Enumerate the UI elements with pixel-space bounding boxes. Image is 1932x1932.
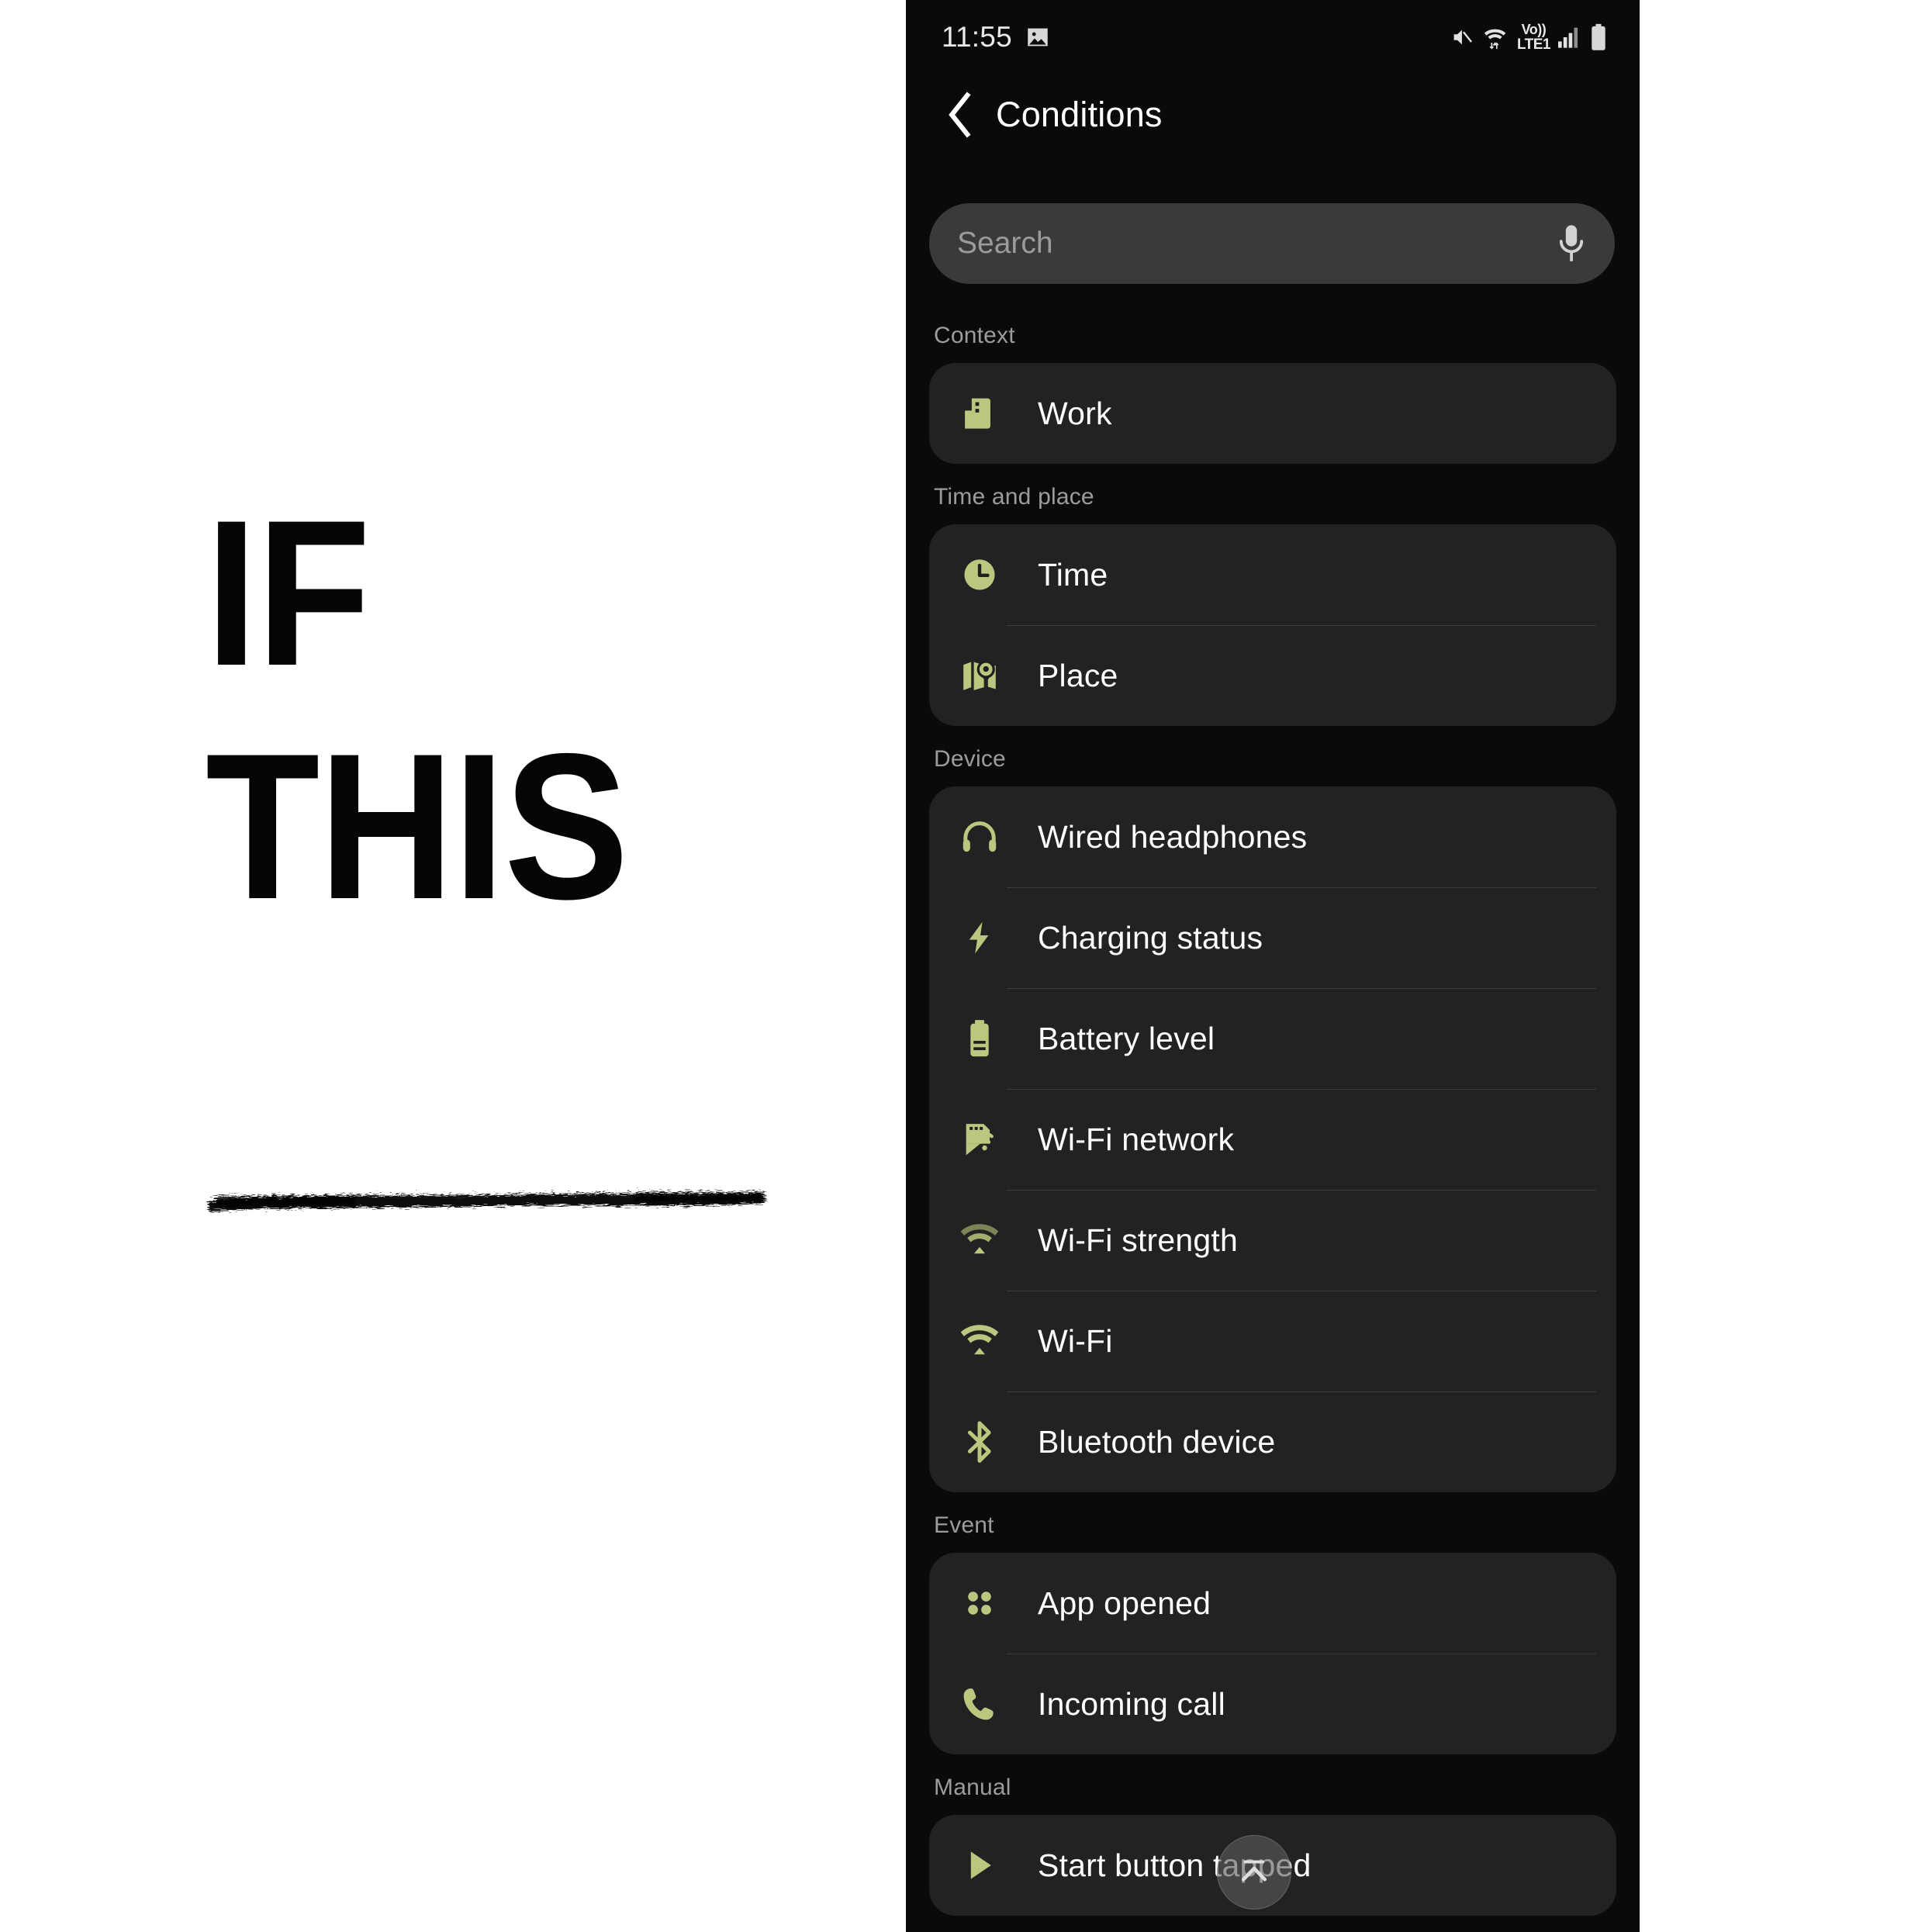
list-item-label: Wired headphones: [1038, 818, 1308, 855]
phone-screen: 11:55 Vo)) LTE1 Conditions Search Contex…: [906, 0, 1640, 1932]
wifi-data-icon: [1484, 29, 1506, 50]
status-bar-left: 11:55: [942, 21, 1051, 54]
image-icon: [1028, 28, 1048, 47]
list-item-wifi[interactable]: Wi-Fi: [929, 1291, 1616, 1391]
list-item-label: Work: [1038, 395, 1112, 431]
section-card-event: App opened Incoming call: [929, 1553, 1616, 1754]
back-button[interactable]: [934, 90, 983, 140]
play-triangle-icon: [956, 1841, 1004, 1889]
list-item-charging-status[interactable]: Charging status: [929, 887, 1616, 988]
wifi-signal-icon: [956, 1216, 1004, 1264]
if-this-wordmark: IF THIS: [206, 476, 795, 943]
building-icon: [956, 389, 1004, 437]
section-card-context: Work: [929, 363, 1616, 464]
volte-icon: Vo)) LTE1: [1516, 22, 1551, 53]
list-item-bluetooth-device[interactable]: Bluetooth device: [929, 1391, 1616, 1492]
list-item-label: Wi-Fi strength: [1038, 1222, 1238, 1258]
list-item-wifi-network[interactable]: Wi-Fi network: [929, 1089, 1616, 1190]
router-wifi-icon: [956, 1115, 1004, 1163]
list-item-label: Wi-Fi: [1038, 1322, 1113, 1359]
status-bar-clock: 11:55: [942, 21, 1012, 53]
list-item-label: App opened: [1038, 1585, 1211, 1621]
battery-icon: [956, 1014, 1004, 1063]
brush-underline-icon: [208, 1192, 765, 1211]
list-item-work[interactable]: Work: [929, 363, 1616, 464]
scroll-to-top-button[interactable]: [1217, 1835, 1291, 1910]
status-bar: 11:55 Vo)) LTE1: [906, 0, 1640, 74]
wordmark-line-this: THIS: [206, 710, 629, 943]
list-item-incoming-call[interactable]: Incoming call: [929, 1654, 1616, 1754]
list-item-label: Wi-Fi network: [1038, 1121, 1235, 1157]
list-item-time[interactable]: Time: [929, 524, 1616, 625]
search-input[interactable]: [957, 226, 1557, 261]
list-item-label: Bluetooth device: [1038, 1423, 1276, 1460]
scroll-to-top-icon: [1241, 1860, 1267, 1882]
page-title: Conditions: [996, 95, 1163, 134]
section-header-device: Device: [934, 746, 1006, 772]
section-card-device: Wired headphones Charging status Battery…: [929, 786, 1616, 1492]
wifi-icon: [956, 1317, 1004, 1365]
list-item-label: Incoming call: [1038, 1685, 1225, 1722]
volte-top-label: Vo)): [1521, 22, 1547, 37]
section-header-manual: Manual: [934, 1775, 1011, 1800]
list-item-wired-headphones[interactable]: Wired headphones: [929, 786, 1616, 887]
lightning-bolt-icon: [956, 914, 1004, 962]
list-item-label: Charging status: [1038, 919, 1263, 956]
list-item-app-opened[interactable]: App opened: [929, 1553, 1616, 1654]
conditions-list[interactable]: Context Work Time and place Time Place D…: [906, 302, 1640, 1932]
microphone-icon[interactable]: [1557, 223, 1585, 264]
clock-icon: [956, 551, 1004, 599]
list-item-label: Battery level: [1038, 1020, 1215, 1056]
app-bar: Conditions: [906, 74, 1640, 155]
list-item-label: Time: [1038, 556, 1108, 593]
status-bar-right: Vo)) LTE1: [1450, 22, 1607, 52]
volte-bottom-label: LTE1: [1516, 36, 1551, 53]
if-this-graphic-panel: IF THIS: [0, 0, 906, 1932]
phone-call-icon: [956, 1680, 1004, 1728]
map-pin-icon: [956, 651, 1004, 700]
mute-icon: [1453, 29, 1472, 45]
headphones-icon: [956, 813, 1004, 861]
section-header-time-and-place: Time and place: [934, 484, 1094, 510]
list-item-wifi-strength[interactable]: Wi-Fi strength: [929, 1190, 1616, 1291]
list-item-place[interactable]: Place: [929, 625, 1616, 726]
wordmark-line-if: IF: [206, 476, 371, 709]
list-item-label: Place: [1038, 657, 1118, 693]
search-bar[interactable]: [929, 203, 1615, 284]
section-card-time-and-place: Time Place: [929, 524, 1616, 726]
cellular-signal-icon: [1558, 27, 1578, 48]
bluetooth-icon: [956, 1418, 1004, 1466]
battery-icon: [1592, 23, 1605, 50]
chevron-left-icon: [949, 92, 971, 138]
list-item-battery-level[interactable]: Battery level: [929, 988, 1616, 1089]
section-header-event: Event: [934, 1512, 994, 1538]
section-header-context: Context: [934, 323, 1015, 348]
apps-grid-icon: [956, 1579, 1004, 1627]
